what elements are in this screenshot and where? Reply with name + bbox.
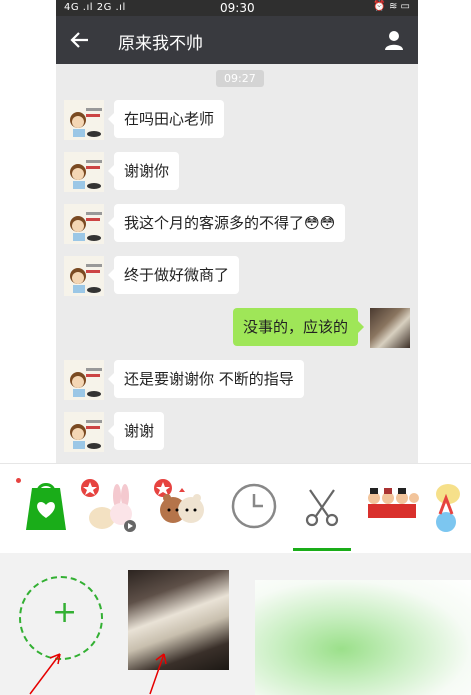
chat-window: 4G .ıl 2G .ıl 09:30 ⏰ ≋ ▭ 原来我不帅 09:27 在吗… [56,0,418,463]
sender-avatar[interactable] [64,412,104,452]
blush-emoji-icon: 😳 [319,214,336,232]
status-icons: ⏰ ≋ ▭ [373,1,410,12]
sender-avatar[interactable] [64,152,104,192]
red-arrow-annotation [149,653,167,695]
sender-avatar[interactable] [64,204,104,244]
message-text: 谢谢 [124,422,155,440]
chat-title: 原来我不帅 [118,34,203,54]
message-text: 没事的，应该的 [242,318,348,336]
sender-avatar[interactable] [64,360,104,400]
sender-avatar[interactable] [64,100,104,140]
signal-indicators: 4G .ıl 2G .ıl [64,2,126,13]
received-message-bubble[interactable]: 谢谢 [107,412,165,450]
received-message-bubble[interactable]: 谢谢你 [107,152,180,190]
received-message-bubble[interactable]: 我这个月的客源多的不得了😳😳 [107,204,346,242]
received-message-bubble[interactable]: 终于做好微商了 [107,256,240,294]
received-message-bubble[interactable]: 在吗田心老师 [107,100,225,138]
shopping-bag-icon[interactable] [18,478,74,534]
status-bar: 4G .ıl 2G .ıl 09:30 ⏰ ≋ ▭ [56,0,418,16]
blush-emoji-icon: 😳 [304,214,320,232]
saved-sticker-blur[interactable] [255,580,471,695]
scissors-icon[interactable] [294,478,350,534]
back-arrow-icon[interactable] [68,28,92,52]
title-bar: 原来我不帅 [56,16,418,64]
sent-message-bubble[interactable]: 没事的，应该的 [232,308,365,346]
red-arrow-annotation [29,653,61,695]
contact-profile-icon[interactable] [382,28,406,52]
bunny-sticker-icon[interactable] [80,478,136,534]
received-message-bubble[interactable]: 还是要谢谢你 不断的指导 [108,360,304,398]
status-time: 09:30 [220,1,255,15]
active-tab-indicator [293,548,351,551]
balloon-sticker-icon[interactable] [430,478,471,534]
new-badge-dot [16,478,21,483]
message-text: 谢谢你 [124,162,170,180]
plus-icon: + [52,595,78,630]
saved-sticker-photo[interactable] [128,570,229,670]
bears-sticker-icon[interactable] [153,478,209,534]
message-text: 我这个月的客源多的不得了 [124,214,305,232]
message-timestamp: 09:27 [216,70,264,87]
sender-avatar[interactable] [64,256,104,296]
sticker-tab-bar [0,463,471,554]
my-avatar[interactable] [370,308,410,348]
message-text: 还是要谢谢你 不断的指导 [124,370,294,388]
message-text: 在吗田心老师 [124,110,215,128]
message-text: 终于做好微商了 [124,266,230,284]
clock-icon[interactable] [226,478,282,534]
banner-sticker-icon[interactable] [364,478,420,534]
